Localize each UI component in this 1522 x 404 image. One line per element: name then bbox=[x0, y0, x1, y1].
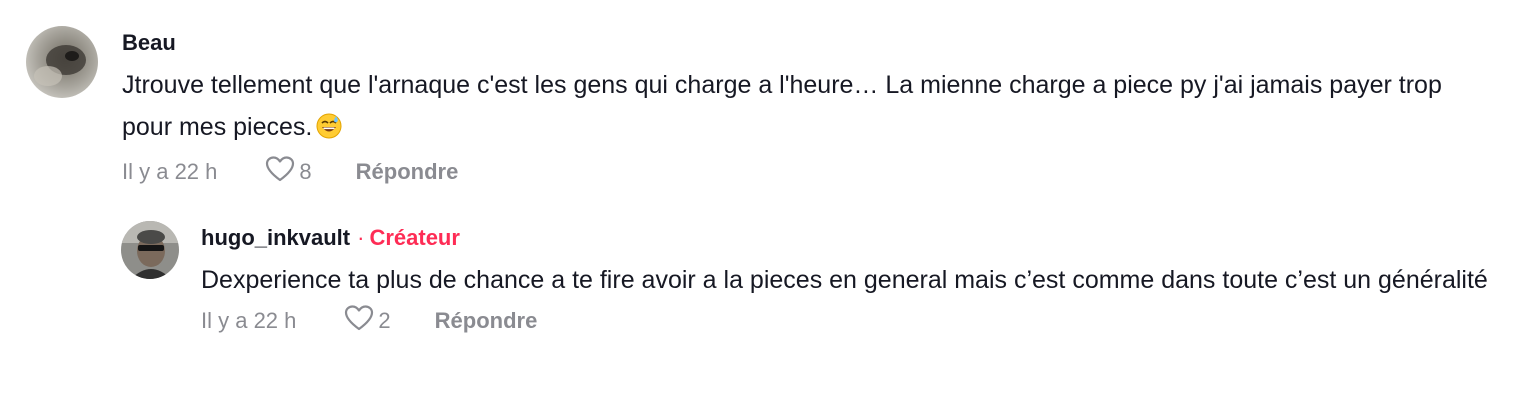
comment-body: Beau Jtrouve tellement que l'arnaque c'e… bbox=[122, 26, 1472, 192]
like-button[interactable]: 2 bbox=[344, 305, 391, 337]
username[interactable]: hugo_inkvault bbox=[201, 221, 350, 255]
comment-meta: Il y a 22 h 8 Répondre bbox=[122, 152, 1472, 192]
username-row: Beau bbox=[122, 26, 1472, 60]
timestamp: Il y a 22 h bbox=[201, 308, 297, 333]
comment-body: hugo_inkvault · Créateur Dexperience ta … bbox=[201, 221, 1491, 341]
separator-dot: · bbox=[357, 225, 365, 250]
comment-text: Dexperience ta plus de chance a te fire … bbox=[201, 259, 1491, 301]
like-count: 8 bbox=[299, 159, 312, 184]
avatar-image bbox=[26, 26, 98, 98]
comment-meta: Il y a 22 h 2 Répondre bbox=[201, 301, 1491, 341]
comment-beau: Beau Jtrouve tellement que l'arnaque c'e… bbox=[26, 26, 1496, 192]
avatar[interactable] bbox=[26, 26, 98, 98]
timestamp: Il y a 22 h bbox=[122, 159, 218, 184]
comment-text: Jtrouve tellement que l'arnaque c'est le… bbox=[122, 64, 1472, 152]
grinning-sweat-emoji-icon bbox=[316, 110, 342, 152]
username[interactable]: Beau bbox=[122, 26, 176, 60]
reply-button[interactable]: Répondre bbox=[356, 159, 459, 185]
avatar-image bbox=[121, 221, 179, 279]
avatar[interactable] bbox=[121, 221, 179, 279]
like-count: 2 bbox=[378, 308, 391, 333]
heart-icon[interactable] bbox=[265, 156, 295, 188]
comment-reply-hugo: hugo_inkvault · Créateur Dexperience ta … bbox=[121, 221, 1501, 341]
reply-button[interactable]: Répondre bbox=[435, 308, 538, 334]
username-row: hugo_inkvault · Créateur bbox=[201, 221, 1491, 255]
like-button[interactable]: 8 bbox=[265, 156, 312, 188]
heart-icon[interactable] bbox=[344, 305, 374, 337]
comment-text-content: Dexperience ta plus de chance a te fire … bbox=[201, 266, 1488, 294]
creator-badge: Créateur bbox=[369, 225, 460, 250]
